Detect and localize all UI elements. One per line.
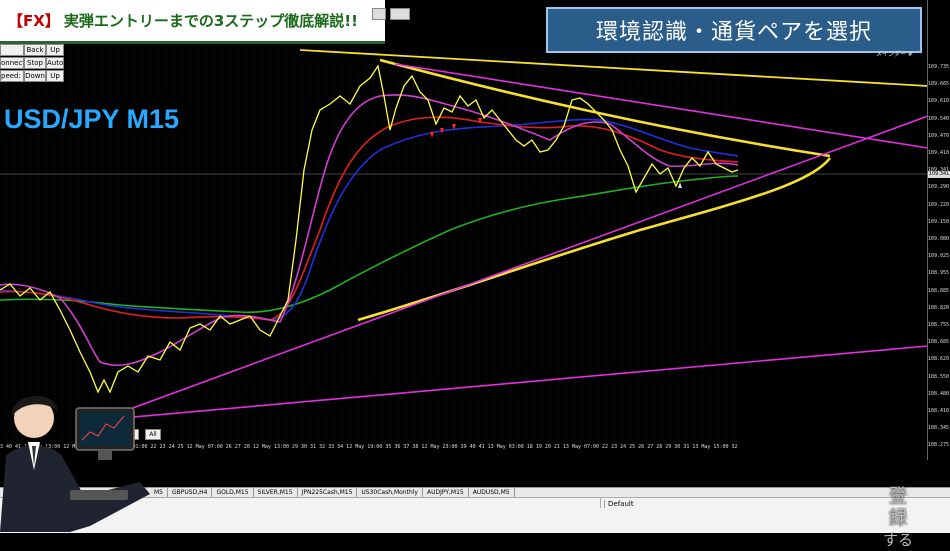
status-divider <box>600 498 601 508</box>
chart-corner-label: メインダー # <box>876 51 913 58</box>
price-tick: 109.220 <box>927 201 949 208</box>
price-tick: 108.955 <box>927 270 949 277</box>
watermark-char-2: 録 <box>888 507 908 529</box>
back-button[interactable]: Back <box>24 44 46 56</box>
panel-row: peed: 1 Down Up <box>0 70 66 82</box>
price-tick: 109.150 <box>927 218 949 225</box>
subscribe-watermark: 登 録 する <box>872 485 924 551</box>
speed-up-button[interactable]: Up <box>46 70 64 82</box>
price-tick: 109.540 <box>927 115 949 122</box>
auto-button[interactable]: Auto <box>46 57 64 69</box>
price-tick: 108.685 <box>927 339 949 346</box>
down-button[interactable]: Down <box>24 70 46 82</box>
price-tick: 108.820 <box>927 304 949 311</box>
connect-button[interactable]: onnect <box>0 57 24 69</box>
video-title-banner: 【FX】 実弾エントリーまでの3ステップ徹底解説!! <box>0 0 385 44</box>
stop-button[interactable]: Stop <box>24 57 46 69</box>
symbol-timeframe-label: USD/JPY M15 <box>4 104 180 134</box>
trade-control-panel: Back Up onnect Stop Auto peed: 1 Down Up <box>0 44 66 83</box>
speed-label: peed: 1 <box>0 70 24 82</box>
price-tick: 109.665 <box>927 81 949 88</box>
price-tick: 108.275 <box>927 442 949 449</box>
profile-name: Default <box>604 500 634 508</box>
price-tick: 108.480 <box>927 390 949 397</box>
symbol-tab[interactable]: JPN225Cash,M15 <box>298 488 358 497</box>
price-tick: 108.885 <box>927 287 949 294</box>
panel-row: onnect Stop Auto <box>0 57 66 69</box>
panel-row: Back Up <box>0 44 66 56</box>
price-tick: 109.025 <box>927 253 949 260</box>
symbol-tab[interactable]: GOLD,M15 <box>212 488 254 497</box>
panel-blank-cell <box>0 44 24 56</box>
topic-banner: 環境認識・通貨ペアを選択 <box>546 7 922 53</box>
watermark-char-3: する <box>882 531 913 549</box>
window-control-small[interactable] <box>372 8 386 20</box>
price-tick: 108.620 <box>927 356 949 363</box>
price-tick: 108.550 <box>927 373 949 380</box>
current-price-tag: 109.341 <box>928 171 950 178</box>
watermark-char-1: 登 <box>888 485 908 507</box>
price-tick: 109.610 <box>927 98 949 105</box>
price-tick: 108.345 <box>927 425 949 432</box>
presenter-avatar-illustration <box>0 395 150 532</box>
title-tag: 【FX】 <box>8 12 60 30</box>
up-button[interactable]: Up <box>46 44 64 56</box>
symbol-tab[interactable]: GBPUSD,H4 <box>168 488 213 497</box>
price-tick: 109.080 <box>927 236 949 242</box>
video-title: 実弾エントリーまでの3ステップ徹底解説!! <box>63 12 358 30</box>
symbol-tab[interactable]: US30Cash,Monthly <box>357 488 423 497</box>
symbol-tab[interactable]: AUDUSD,M5 <box>469 488 515 497</box>
window-control[interactable] <box>390 8 410 20</box>
symbol-tab[interactable]: SILVER,M15 <box>254 488 298 497</box>
price-tick: 109.410 <box>927 150 949 156</box>
symbol-tab[interactable]: AUDJPY,M15 <box>423 488 469 497</box>
price-tick: 108.755 <box>927 322 949 328</box>
price-tick: 109.290 <box>927 184 949 191</box>
price-tick: 108.410 <box>927 408 949 414</box>
price-axis: 109.735 109.665 109.610 109.540 109.470 109.4… <box>927 0 950 460</box>
price-tick: 109.735 <box>927 64 949 70</box>
price-tick: 109.470 <box>927 132 949 139</box>
